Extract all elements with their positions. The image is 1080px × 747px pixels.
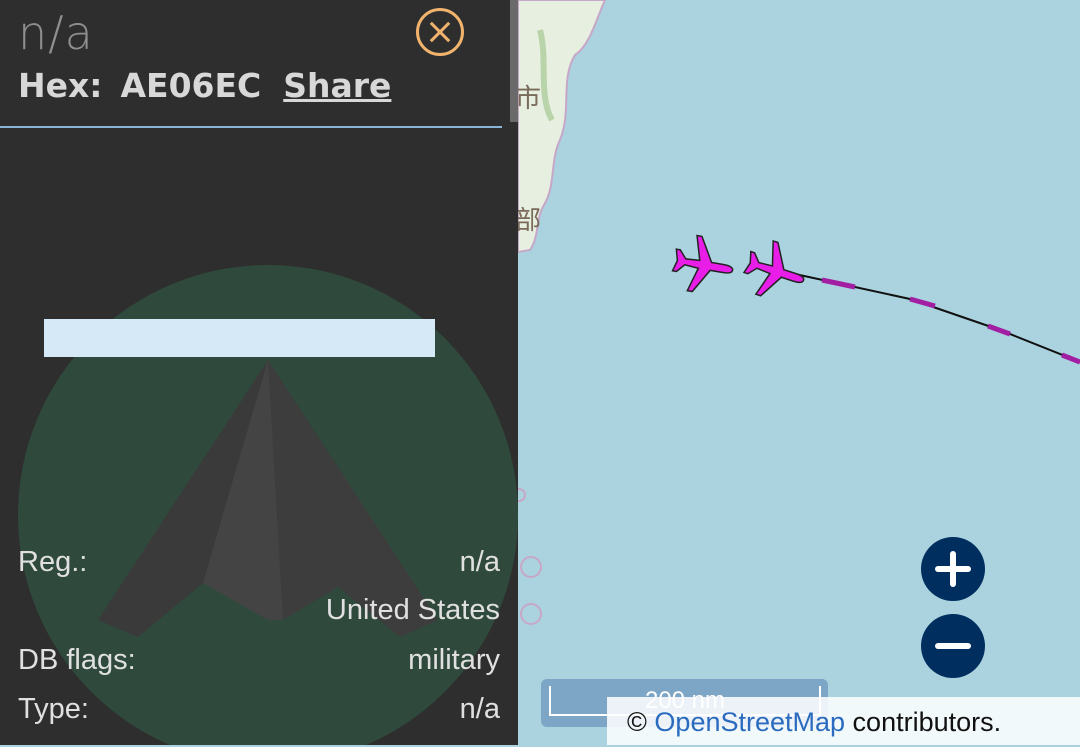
zoom-out-button[interactable] [921,614,985,678]
info-label: Reg.: [18,546,88,578]
aircraft-callsign: n/a [18,6,94,60]
island-outline [520,556,542,578]
info-value: n/a [459,546,500,578]
zoom-in-button[interactable] [921,537,985,601]
hex-value: AE06EC [120,66,262,105]
aircraft-marker[interactable] [670,232,738,297]
map-place-label: 市 [515,84,542,114]
island-outline [520,603,542,625]
flight-track [794,273,1080,363]
info-value: n/a [459,693,500,725]
info-label: Type: [18,693,89,725]
panel-divider [0,126,502,128]
track-segments [821,277,1080,365]
info-value: United States [325,594,500,626]
info-label: DB flags: [18,644,136,676]
copyright-symbol: © [627,707,647,737]
aircraft-marker[interactable] [739,235,812,306]
airplane-icon[interactable] [739,235,812,306]
osm-link[interactable]: OpenStreetMap [654,707,845,737]
close-button[interactable] [416,8,464,56]
attribution-suffix: contributors. [852,707,1002,737]
info-value: military [408,644,500,676]
airplane-icon[interactable] [670,232,738,297]
map-place-label: 部 [515,206,542,236]
panel-scrollbar[interactable] [510,0,518,122]
map-attribution: © OpenStreetMap contributors. [607,697,1080,745]
aircraft-photo-placeholder [44,319,435,357]
hex-row: Hex: AE06EC Share [18,66,391,105]
hex-label: Hex: [18,66,103,105]
aircraft-info-panel: n/a Hex: AE06EC Share Reg.: n/a United Sta… [0,0,518,745]
share-link[interactable]: Share [283,66,391,105]
